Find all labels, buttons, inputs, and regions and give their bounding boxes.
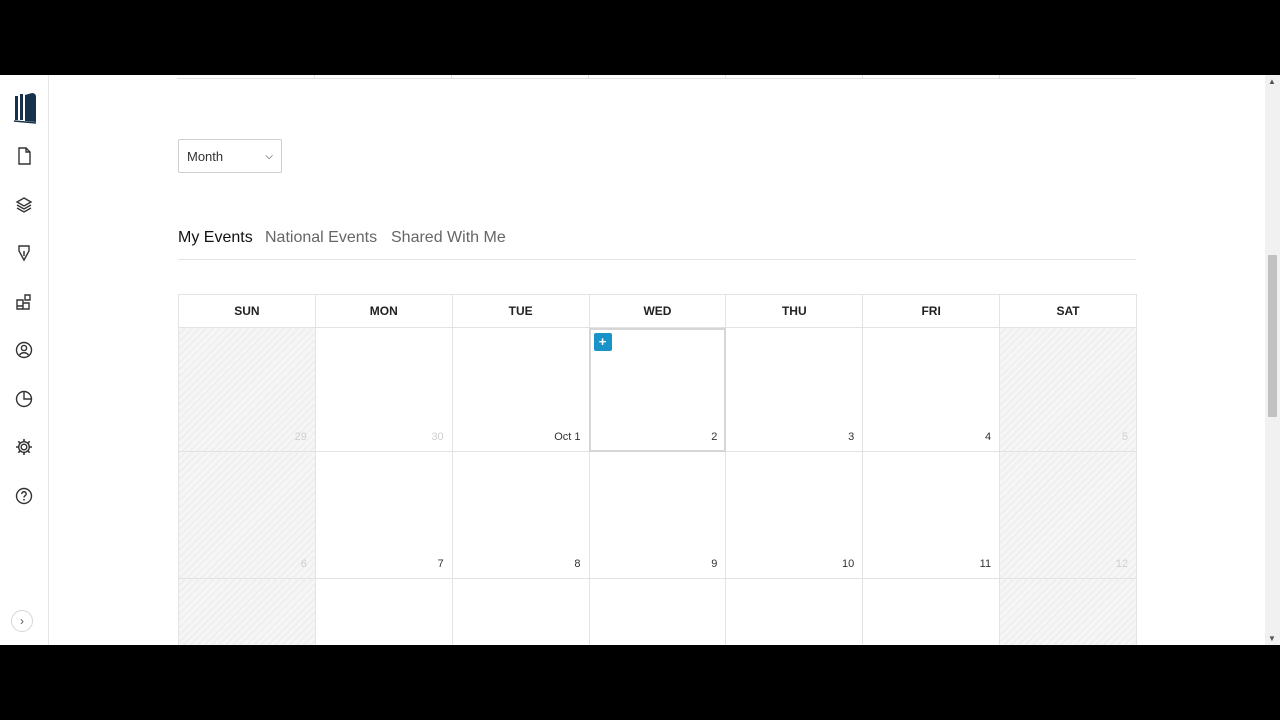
- app-viewport: › Month ⌵ My Events National Events Shar…: [0, 75, 1280, 645]
- day-cell[interactable]: 4: [862, 327, 1001, 452]
- scrollbar-thumb[interactable]: [1268, 255, 1277, 417]
- day-cell[interactable]: 29: [178, 327, 316, 452]
- logo-book-icon[interactable]: [12, 92, 38, 124]
- pie-chart-icon[interactable]: [14, 389, 34, 409]
- tab-my-events[interactable]: My Events: [178, 229, 253, 247]
- document-icon[interactable]: [14, 146, 34, 166]
- day-cell[interactable]: 6: [178, 451, 316, 579]
- day-cell[interactable]: [862, 578, 1001, 645]
- day-cell[interactable]: [999, 578, 1137, 645]
- view-mode-value: Month: [187, 148, 224, 164]
- day-cell[interactable]: [178, 578, 316, 645]
- day-cell[interactable]: 5: [999, 327, 1137, 452]
- weekday-header: MON: [314, 294, 453, 328]
- sidebar: ›: [0, 75, 49, 645]
- day-cell-selected[interactable]: + 2: [588, 327, 727, 452]
- day-cell[interactable]: 8: [451, 451, 590, 579]
- tab-shared-with-me[interactable]: Shared With Me: [391, 229, 506, 247]
- day-number: 2: [711, 431, 718, 443]
- day-cell[interactable]: 12: [999, 451, 1137, 579]
- month-calendar: SUN MON TUE WED THU FRI SAT 29 30 Oct 1 …: [178, 294, 1137, 645]
- day-number: 4: [984, 431, 992, 443]
- day-number: 11: [979, 558, 992, 570]
- day-cell[interactable]: 11: [862, 451, 1001, 579]
- day-number: 29: [294, 431, 307, 443]
- day-number: 10: [841, 558, 855, 570]
- vertical-scrollbar[interactable]: ▲ ▼: [1265, 75, 1280, 645]
- day-cell[interactable]: 3: [725, 327, 864, 452]
- day-number: 9: [711, 558, 718, 570]
- collapse-sidebar-button[interactable]: ›: [11, 610, 33, 632]
- day-cell[interactable]: [451, 578, 590, 645]
- day-cell[interactable]: 9: [588, 451, 727, 579]
- event-tabs: My Events National Events Shared With Me: [178, 225, 1136, 260]
- weekday-header: SUN: [178, 294, 316, 328]
- main-content: Month ⌵ My Events National Events Shared…: [49, 75, 1264, 645]
- calendar-week-row: 6 7 8 9 10 11 12: [178, 451, 1137, 579]
- weekday-header: TUE: [451, 294, 590, 328]
- day-cell[interactable]: [725, 578, 864, 645]
- previous-calendar-row: [177, 75, 1136, 79]
- weekday-header: THU: [725, 294, 864, 328]
- help-icon[interactable]: [14, 486, 34, 506]
- day-cell[interactable]: 10: [725, 451, 864, 579]
- weekday-header-row: SUN MON TUE WED THU FRI SAT: [178, 294, 1137, 328]
- day-number: 5: [1121, 431, 1128, 443]
- pen-icon[interactable]: [14, 243, 34, 263]
- day-number: 8: [574, 558, 581, 570]
- user-circle-icon[interactable]: [14, 340, 34, 360]
- widgets-icon[interactable]: [14, 292, 34, 312]
- day-number: 30: [431, 431, 444, 443]
- chevron-right-icon: ›: [20, 614, 24, 628]
- day-cell[interactable]: 7: [314, 451, 453, 579]
- day-number: 12: [1115, 558, 1128, 570]
- day-cell[interactable]: Oct 1: [451, 327, 590, 452]
- weekday-header: FRI: [862, 294, 1001, 328]
- weekday-header: SAT: [999, 294, 1137, 328]
- scroll-down-arrow-icon[interactable]: ▼: [1268, 634, 1276, 643]
- day-cell[interactable]: [314, 578, 453, 645]
- weekday-header: WED: [588, 294, 727, 328]
- day-number: Oct 1: [554, 431, 581, 443]
- gear-icon[interactable]: [14, 437, 34, 457]
- day-cell[interactable]: [588, 578, 727, 645]
- day-number: 6: [300, 558, 307, 570]
- day-cell[interactable]: 30: [314, 327, 453, 452]
- layers-icon[interactable]: [14, 195, 34, 215]
- tab-national-events[interactable]: National Events: [265, 229, 377, 247]
- day-number: 7: [437, 558, 444, 570]
- view-mode-select[interactable]: Month ⌵: [178, 139, 282, 173]
- scroll-up-arrow-icon[interactable]: ▲: [1268, 77, 1276, 86]
- chevron-down-icon: ⌵: [265, 150, 273, 162]
- day-number: 3: [848, 431, 855, 443]
- calendar-week-row: 29 30 Oct 1 + 2 3 4 5: [178, 327, 1137, 452]
- add-event-button[interactable]: +: [593, 333, 612, 351]
- calendar-week-row: [178, 578, 1137, 645]
